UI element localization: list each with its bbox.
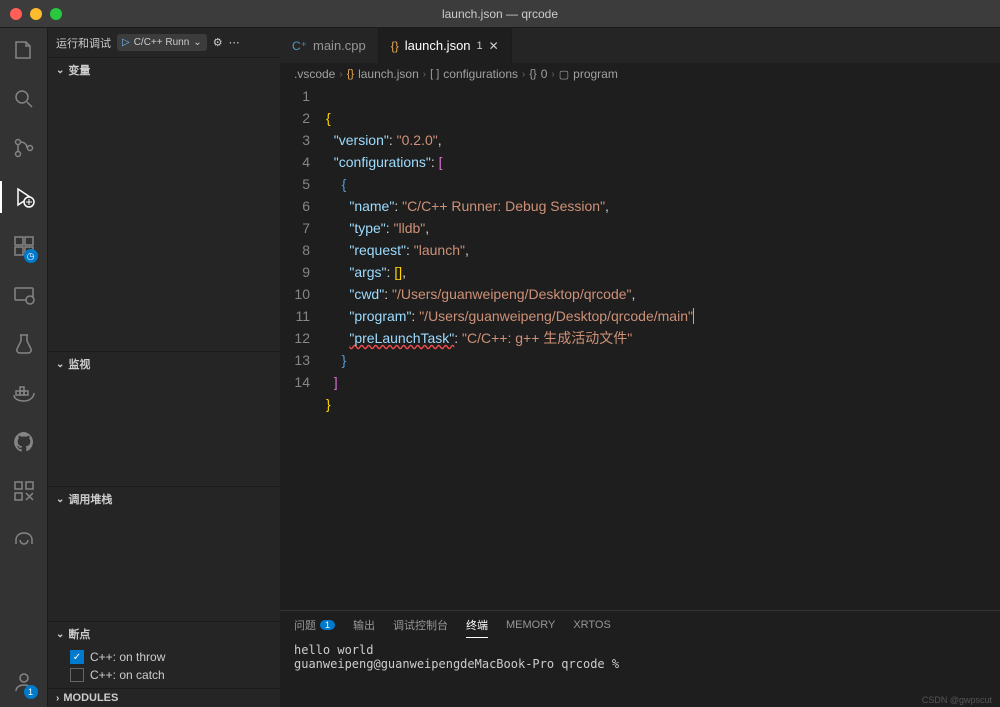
docker-icon[interactable] [12, 381, 36, 408]
tab-label: launch.json [405, 38, 471, 53]
problems-tab[interactable]: 问题1 [294, 617, 335, 633]
more-icon[interactable]: ⋯ [229, 36, 240, 49]
terminal-output[interactable]: hello world guanweipeng@guanweipengdeMac… [280, 639, 1000, 707]
xrtos-tab[interactable]: XRTOS [573, 617, 611, 633]
extensions-badge-icon: ◷ [24, 249, 38, 263]
sidebar-header: 运行和调试 ▷ C/C++ Runn ⌄ ⚙ ⋯ [48, 28, 280, 57]
debug-config-selector[interactable]: ▷ C/C++ Runn ⌄ [117, 34, 207, 51]
chevron-right-icon: › [56, 693, 59, 704]
breakpoints-header[interactable]: ⌄ 断点 [48, 622, 280, 646]
bottom-panel: 问题1 输出 调试控制台 终端 MEMORY XRTOS hello world… [280, 610, 1000, 707]
window-title: launch.json — qrcode [442, 7, 558, 21]
editor-tabs: C⁺ main.cpp {} launch.json 1 ✕ [280, 28, 1000, 63]
breadcrumb-array[interactable]: configurations [443, 67, 518, 81]
explorer-icon[interactable] [12, 38, 36, 65]
github-icon[interactable] [12, 430, 36, 457]
output-tab[interactable]: 输出 [353, 617, 375, 633]
extensions-icon[interactable]: ◷ [12, 234, 36, 261]
watch-section: ⌄ 监视 [48, 351, 280, 376]
breakpoints-section: ⌄ 断点 ✓ C++: on throw C++: on catch [48, 621, 280, 688]
project-icon[interactable] [12, 479, 36, 506]
maximize-window-button[interactable] [50, 8, 62, 20]
breadcrumb-file[interactable]: launch.json [358, 67, 419, 81]
editor-area: C⁺ main.cpp {} launch.json 1 ✕ .vscode› … [280, 28, 1000, 707]
tab-launch-json[interactable]: {} launch.json 1 ✕ [379, 28, 512, 63]
activity-bar: ◷ 1 [0, 28, 48, 707]
run-debug-icon[interactable] [12, 185, 36, 212]
breadcrumb-index[interactable]: 0 [541, 67, 548, 81]
callstack-label: 调用堆栈 [68, 491, 112, 507]
close-window-button[interactable] [10, 8, 22, 20]
chevron-down-icon: ⌄ [193, 37, 201, 48]
tab-modified-badge: 1 [477, 40, 483, 52]
checkbox-checked-icon: ✓ [70, 650, 84, 664]
line-gutter: 1234567891011121314 [280, 85, 326, 610]
modules-section[interactable]: › MODULES [48, 688, 280, 707]
breakpoint-on-throw[interactable]: ✓ C++: on throw [70, 648, 276, 666]
object-icon: {} [529, 68, 536, 80]
close-icon[interactable]: ✕ [489, 39, 499, 53]
panel-tabs: 问题1 输出 调试控制台 终端 MEMORY XRTOS [280, 611, 1000, 639]
chevron-down-icon: ⌄ [56, 65, 64, 76]
variables-header[interactable]: ⌄ 变量 [48, 58, 280, 82]
chevron-down-icon: ⌄ [56, 359, 64, 370]
code-editor[interactable]: 1234567891011121314 { "version": "0.2.0"… [280, 85, 1000, 610]
breakpoint-label: C++: on catch [90, 668, 165, 682]
play-icon: ▷ [122, 37, 130, 48]
titlebar: launch.json — qrcode [0, 0, 1000, 28]
field-icon: ▢ [559, 68, 569, 81]
terminal-tab[interactable]: 终端 [466, 617, 488, 638]
array-icon: [ ] [430, 68, 439, 80]
tab-label: main.cpp [313, 38, 366, 53]
variables-label: 变量 [68, 62, 90, 78]
search-icon[interactable] [12, 87, 36, 114]
callstack-header[interactable]: ⌄ 调用堆栈 [48, 487, 280, 511]
cpp-file-icon: C⁺ [292, 39, 307, 53]
accounts-icon[interactable]: 1 [12, 670, 36, 697]
breadcrumb-folder[interactable]: .vscode [294, 67, 335, 81]
problems-badge: 1 [320, 620, 335, 630]
breadcrumb[interactable]: .vscode› {}launch.json› [ ]configuration… [280, 63, 1000, 85]
codespaces-icon[interactable] [12, 528, 36, 555]
testing-icon[interactable] [12, 332, 36, 359]
debug-console-tab[interactable]: 调试控制台 [393, 617, 448, 633]
breakpoint-on-catch[interactable]: C++: on catch [70, 666, 276, 684]
modules-label: MODULES [63, 692, 118, 704]
json-icon: {} [347, 68, 354, 80]
watermark: CSDN @gwpscut [922, 695, 992, 705]
debug-config-name: C/C++ Runn [134, 37, 190, 48]
checkbox-icon [70, 668, 84, 682]
json-file-icon: {} [391, 39, 399, 53]
sidebar-title: 运行和调试 [56, 35, 111, 51]
debug-sidebar: 运行和调试 ▷ C/C++ Runn ⌄ ⚙ ⋯ ⌄ 变量 ⌄ 监视 ⌄ 调用堆栈 ⌄… [48, 28, 280, 707]
tab-main-cpp[interactable]: C⁺ main.cpp [280, 28, 379, 63]
gear-icon[interactable]: ⚙ [213, 36, 223, 49]
watch-label: 监视 [68, 356, 90, 372]
source-control-icon[interactable] [12, 136, 36, 163]
breakpoint-label: C++: on throw [90, 650, 165, 664]
accounts-badge: 1 [24, 685, 38, 699]
code-content[interactable]: { "version": "0.2.0", "configurations": … [326, 85, 1000, 610]
memory-tab[interactable]: MEMORY [506, 617, 555, 633]
window-controls [0, 8, 62, 20]
chevron-down-icon: ⌄ [56, 494, 64, 505]
minimize-window-button[interactable] [30, 8, 42, 20]
main-area: ◷ 1 运行和调试 ▷ C/C++ Runn ⌄ ⚙ ⋯ ⌄变量 ⌄监视 ⌄调用 [0, 28, 1000, 707]
breadcrumb-field[interactable]: program [573, 67, 618, 81]
breakpoints-label: 断点 [68, 626, 90, 642]
chevron-down-icon: ⌄ [56, 629, 64, 640]
watch-header[interactable]: ⌄ 监视 [48, 352, 280, 376]
callstack-section: ⌄ 调用堆栈 [48, 486, 280, 511]
remote-icon[interactable] [12, 283, 36, 310]
variables-section: ⌄ 变量 [48, 57, 280, 82]
